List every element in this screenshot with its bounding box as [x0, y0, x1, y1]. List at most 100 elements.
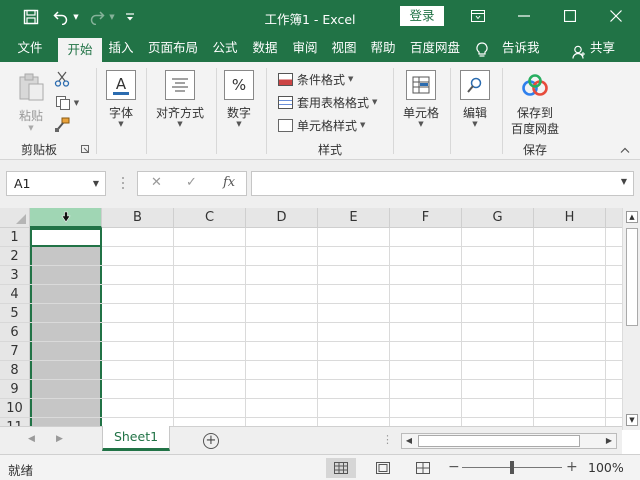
row-header[interactable]: 3 — [0, 266, 30, 285]
column-header-partial[interactable] — [606, 208, 622, 228]
number-format-icon[interactable]: % — [224, 70, 254, 100]
column-header-h[interactable]: H — [534, 208, 606, 228]
format-painter-icon[interactable] — [52, 116, 72, 134]
customize-qat-icon[interactable] — [124, 6, 136, 28]
row-header[interactable]: 4 — [0, 285, 30, 304]
scroll-left-icon[interactable]: ◀ — [402, 434, 416, 448]
row-header[interactable]: 1 — [0, 228, 30, 247]
font-icon[interactable]: A — [106, 70, 136, 100]
row-header[interactable]: 9 — [0, 380, 30, 399]
tab-view[interactable]: 视图 — [327, 34, 361, 62]
row-header[interactable]: 5 — [0, 304, 30, 323]
column-header-e[interactable]: E — [318, 208, 390, 228]
scroll-up-icon[interactable]: ▲ — [626, 211, 638, 223]
vertical-scrollbar[interactable]: ▲ ▼ — [622, 208, 640, 430]
number-button[interactable]: 数字 — [222, 104, 256, 121]
copy-icon[interactable]: ▼ — [52, 94, 82, 112]
undo-dropdown-icon[interactable]: ▼ — [72, 6, 80, 28]
row-header[interactable]: 6 — [0, 323, 30, 342]
vertical-scroll-thumb[interactable] — [626, 228, 638, 326]
prev-sheet-icon[interactable]: ◀ — [28, 434, 35, 444]
tab-home[interactable]: 开始 — [58, 38, 102, 62]
tab-baidu-netdisk[interactable]: 百度网盘 — [406, 34, 464, 62]
row-header[interactable]: 7 — [0, 342, 30, 361]
horizontal-scrollbar[interactable]: ◀ ▶ — [401, 433, 617, 449]
format-as-table-label: 套用表格格式 — [297, 95, 370, 110]
next-sheet-icon[interactable]: ▶ — [56, 434, 63, 444]
row-header[interactable]: 2 — [0, 247, 30, 266]
undo-icon[interactable] — [52, 6, 70, 28]
scroll-down-icon[interactable]: ▼ — [626, 414, 638, 426]
paste-dropdown-icon: ▼ — [28, 124, 34, 132]
cells-icon[interactable] — [406, 70, 436, 100]
row-header[interactable]: 8 — [0, 361, 30, 380]
login-button[interactable]: 登录 — [400, 6, 444, 26]
row-header[interactable]: 11 — [0, 418, 30, 426]
scroll-right-icon[interactable]: ▶ — [602, 434, 616, 448]
worksheet-grid[interactable]: B C D E F G H 1 2 3 4 5 6 7 8 9 10 11 — [0, 208, 622, 426]
tab-data[interactable]: 数据 — [248, 34, 282, 62]
collapse-ribbon-icon[interactable] — [618, 144, 632, 156]
tab-help[interactable]: 帮助 — [366, 34, 400, 62]
tab-split-handle-icon[interactable]: ⋮ — [382, 433, 393, 446]
column-header-b[interactable]: B — [102, 208, 174, 228]
row-header[interactable]: 10 — [0, 399, 30, 418]
maximize-icon[interactable] — [550, 4, 590, 28]
add-sheet-icon[interactable]: + — [203, 433, 219, 449]
expand-formula-bar-icon[interactable]: ▼ — [621, 177, 627, 186]
cells-button[interactable]: 单元格 — [398, 104, 444, 121]
active-cell[interactable] — [30, 228, 102, 247]
save-icon[interactable] — [22, 6, 40, 28]
select-all-button[interactable] — [0, 208, 30, 228]
normal-view-icon[interactable] — [326, 458, 356, 478]
paste-label: 粘贴 — [18, 109, 43, 123]
ribbon-tab-bar: 文件 开始 插入 页面布局 公式 数据 审阅 视图 帮助 百度网盘 告诉我 共享 — [0, 34, 640, 62]
name-box[interactable]: A1 ▼ — [6, 171, 106, 196]
column-header-g[interactable]: G — [462, 208, 534, 228]
tell-me-button[interactable]: 告诉我 — [474, 34, 544, 62]
formula-bar-grip-icon[interactable] — [121, 176, 125, 190]
save-to-netdisk-line1[interactable]: 保存到 — [506, 104, 564, 121]
insert-function-icon[interactable]: fx — [223, 175, 235, 190]
tab-page-layout[interactable]: 页面布局 — [144, 34, 202, 62]
format-as-table-button[interactable]: 套用表格格式 ▼ — [278, 93, 377, 111]
alignment-button[interactable]: 对齐方式 — [150, 104, 210, 121]
zoom-level[interactable]: 100% — [588, 460, 624, 475]
tab-review[interactable]: 审阅 — [288, 34, 322, 62]
clipboard-dialog-launcher-icon[interactable] — [80, 144, 90, 154]
zoom-slider-thumb[interactable] — [510, 461, 514, 474]
horizontal-scroll-thumb[interactable] — [418, 435, 580, 447]
baidu-netdisk-icon[interactable] — [520, 72, 550, 100]
font-button[interactable]: 字体 — [104, 104, 138, 121]
close-icon[interactable] — [596, 4, 636, 28]
conditional-formatting-button[interactable]: 条件格式 ▼ — [278, 70, 353, 88]
zoom-in-icon[interactable]: + — [566, 459, 578, 475]
cancel-x-icon: ✕ — [151, 175, 162, 190]
selected-column-a — [30, 228, 102, 426]
page-layout-view-icon[interactable] — [368, 458, 398, 478]
alignment-icon[interactable] — [165, 70, 195, 100]
zoom-out-icon[interactable]: − — [448, 459, 460, 475]
tab-file[interactable]: 文件 — [8, 34, 52, 62]
column-header-a[interactable] — [30, 208, 102, 228]
editing-icon[interactable] — [460, 70, 490, 100]
column-header-f[interactable]: F — [390, 208, 462, 228]
tab-formulas[interactable]: 公式 — [208, 34, 242, 62]
paste-button[interactable]: 粘贴 ▼ — [14, 70, 48, 134]
cut-icon[interactable] — [52, 70, 72, 88]
group-separator — [393, 68, 394, 154]
name-box-dropdown-icon[interactable]: ▼ — [93, 172, 99, 195]
cell-styles-button[interactable]: 单元格样式 ▼ — [278, 116, 365, 134]
editing-button[interactable]: 编辑 — [456, 104, 494, 121]
formula-input[interactable]: ▼ — [251, 171, 634, 196]
sheet-tab[interactable]: Sheet1 — [102, 426, 170, 451]
page-break-preview-icon[interactable] — [408, 458, 438, 478]
ribbon: 粘贴 ▼ ▼ 剪贴板 A 字体 ▼ 对齐方式 ▼ % 数字 ▼ 条件格式 ▼ 套… — [0, 62, 640, 160]
column-header-c[interactable]: C — [174, 208, 246, 228]
save-to-netdisk-line2[interactable]: 百度网盘 — [506, 120, 564, 137]
ribbon-display-options-icon[interactable] — [458, 4, 498, 28]
tab-insert[interactable]: 插入 — [104, 34, 138, 62]
column-header-d[interactable]: D — [246, 208, 318, 228]
share-button[interactable]: 共享 — [568, 34, 634, 62]
minimize-icon[interactable] — [504, 4, 544, 28]
